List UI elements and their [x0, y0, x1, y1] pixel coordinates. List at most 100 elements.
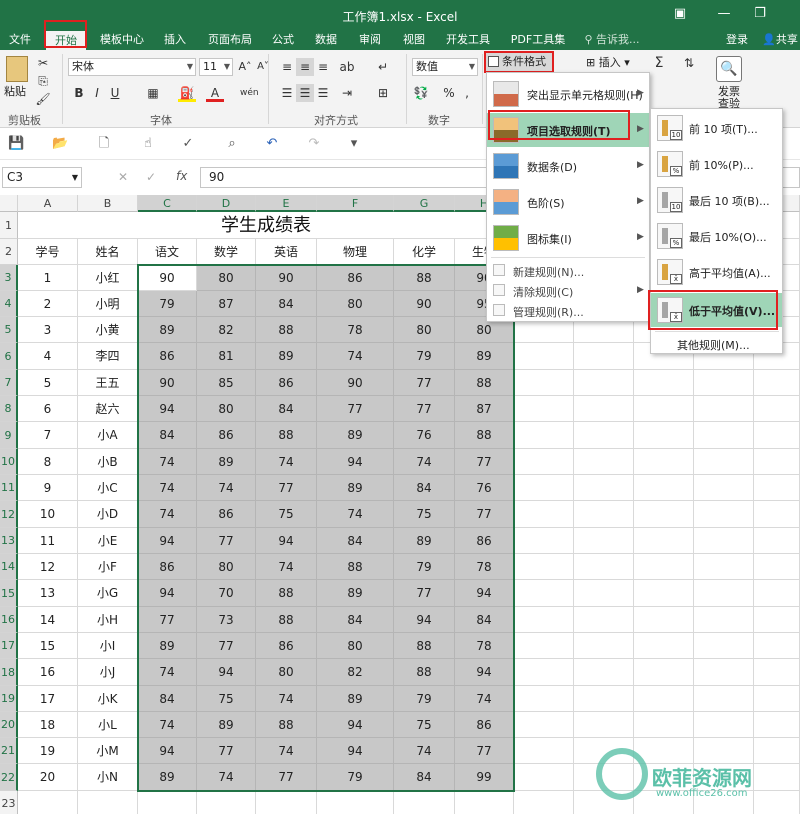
cell[interactable] — [574, 396, 634, 422]
row-header[interactable]: 11 — [0, 475, 18, 501]
cell[interactable] — [514, 633, 574, 659]
column-header[interactable]: D — [197, 195, 256, 212]
cell[interactable]: 16 — [18, 659, 78, 686]
cell[interactable] — [574, 475, 634, 501]
cell[interactable] — [18, 791, 78, 814]
cell[interactable] — [694, 396, 754, 422]
cell[interactable] — [634, 554, 694, 580]
orientation-icon[interactable]: ab — [338, 58, 356, 76]
cell[interactable] — [574, 343, 634, 370]
tab-view[interactable]: 视图 — [398, 30, 430, 50]
cell[interactable]: 小D — [78, 501, 138, 528]
cell[interactable] — [138, 791, 197, 814]
cell[interactable] — [754, 554, 800, 580]
fill-color-icon[interactable]: ⛽ — [178, 84, 196, 102]
submenu-item[interactable]: % 最后 10%(O)... — [651, 219, 782, 253]
font-name-select[interactable]: 宋体 ▼ — [68, 58, 196, 76]
cell[interactable] — [514, 501, 574, 528]
row-header[interactable]: 15 — [0, 580, 18, 607]
cell[interactable] — [634, 396, 694, 422]
column-header[interactable]: A — [18, 195, 78, 212]
cell[interactable] — [634, 501, 694, 528]
align-bottom-icon[interactable]: ≡ — [314, 58, 332, 76]
cell[interactable] — [514, 554, 574, 580]
cell[interactable] — [574, 580, 634, 607]
cell[interactable] — [754, 449, 800, 475]
cell[interactable]: 小K — [78, 686, 138, 712]
cell[interactable]: 语文 — [138, 239, 197, 265]
cell[interactable] — [317, 791, 394, 814]
cell[interactable] — [754, 738, 800, 764]
cell[interactable] — [754, 422, 800, 449]
cell[interactable] — [754, 659, 800, 686]
sort-filter-icon[interactable]: ⇅ — [680, 54, 698, 72]
comma-icon[interactable]: , — [458, 84, 476, 102]
bold-icon[interactable]: B — [70, 84, 88, 102]
cell[interactable] — [574, 528, 634, 554]
cell[interactable] — [694, 422, 754, 449]
save-icon[interactable]: 💾 — [8, 136, 24, 152]
row-header[interactable]: 16 — [0, 607, 18, 633]
tab-developer[interactable]: 开发工具 — [442, 30, 494, 50]
cell[interactable] — [634, 370, 694, 396]
paste-label[interactable]: 粘贴 — [4, 83, 26, 99]
cell[interactable]: 8 — [18, 449, 78, 475]
row-header[interactable]: 3 — [0, 265, 18, 291]
cf-menu-item[interactable]: 图标集(I) ▶ — [487, 221, 649, 255]
cell[interactable] — [694, 501, 754, 528]
cell[interactable]: 小黄 — [78, 317, 138, 343]
italic-icon[interactable]: I — [88, 84, 106, 102]
row-header[interactable]: 8 — [0, 396, 18, 422]
row-header[interactable]: 1 — [0, 212, 18, 239]
spell-check-icon[interactable]: ✓ — [180, 136, 196, 152]
cell[interactable] — [514, 422, 574, 449]
cf-menu-small-item[interactable]: 清除规则(C) ▶ — [487, 281, 649, 301]
submenu-item[interactable]: x̄ 高于平均值(A)... — [651, 255, 782, 289]
row-header[interactable]: 9 — [0, 422, 18, 449]
print-preview-icon[interactable]: ⌕ — [224, 136, 240, 152]
tab-pdf-tools[interactable]: PDF工具集 — [506, 30, 570, 50]
row-header[interactable]: 5 — [0, 317, 18, 343]
cell[interactable]: 小F — [78, 554, 138, 580]
cell[interactable]: 2 — [18, 291, 78, 317]
cell[interactable]: 英语 — [256, 239, 317, 265]
merge-center-icon[interactable]: ⊞ — [374, 84, 392, 102]
cell[interactable] — [574, 659, 634, 686]
align-right-icon[interactable]: ☰ — [314, 84, 332, 102]
row-header[interactable]: 10 — [0, 449, 18, 475]
new-document-icon[interactable]: 🗋 — [96, 136, 112, 152]
cell[interactable] — [574, 370, 634, 396]
indent-icon[interactable]: ⇥ — [338, 84, 356, 102]
row-header[interactable]: 2 — [0, 239, 18, 265]
cell[interactable] — [634, 607, 694, 633]
column-header[interactable]: C — [138, 195, 197, 212]
cell[interactable] — [694, 370, 754, 396]
cell[interactable] — [694, 659, 754, 686]
restore-icon[interactable]: ❐ — [752, 6, 768, 22]
font-size-select[interactable]: 11 ▼ — [199, 58, 233, 76]
cell[interactable] — [754, 791, 800, 814]
format-painter-icon[interactable]: 🖌 — [34, 90, 52, 108]
cell[interactable] — [754, 528, 800, 554]
cell[interactable]: 赵六 — [78, 396, 138, 422]
wrap-text-icon[interactable]: ↵ — [374, 58, 392, 76]
cell[interactable] — [514, 343, 574, 370]
cell[interactable] — [694, 554, 754, 580]
cell[interactable]: 17 — [18, 686, 78, 712]
cell[interactable]: 小L — [78, 712, 138, 738]
tab-file[interactable]: 文件 — [4, 30, 36, 50]
grow-font-icon[interactable]: A˄ — [236, 58, 254, 76]
cell[interactable]: 小I — [78, 633, 138, 659]
row-header[interactable]: 20 — [0, 712, 18, 738]
paste-icon[interactable] — [6, 56, 28, 82]
cell[interactable]: 小红 — [78, 265, 138, 291]
cf-menu-item[interactable]: 突出显示单元格规则(H) ▶ — [487, 77, 649, 111]
underline-icon[interactable]: U — [106, 84, 124, 102]
cell[interactable] — [455, 791, 514, 814]
cell[interactable] — [754, 607, 800, 633]
redo-icon[interactable]: ↷ — [306, 136, 322, 152]
cell[interactable]: 李四 — [78, 343, 138, 370]
cell[interactable] — [394, 791, 455, 814]
cell[interactable] — [514, 764, 574, 791]
cell[interactable]: 1 — [18, 265, 78, 291]
